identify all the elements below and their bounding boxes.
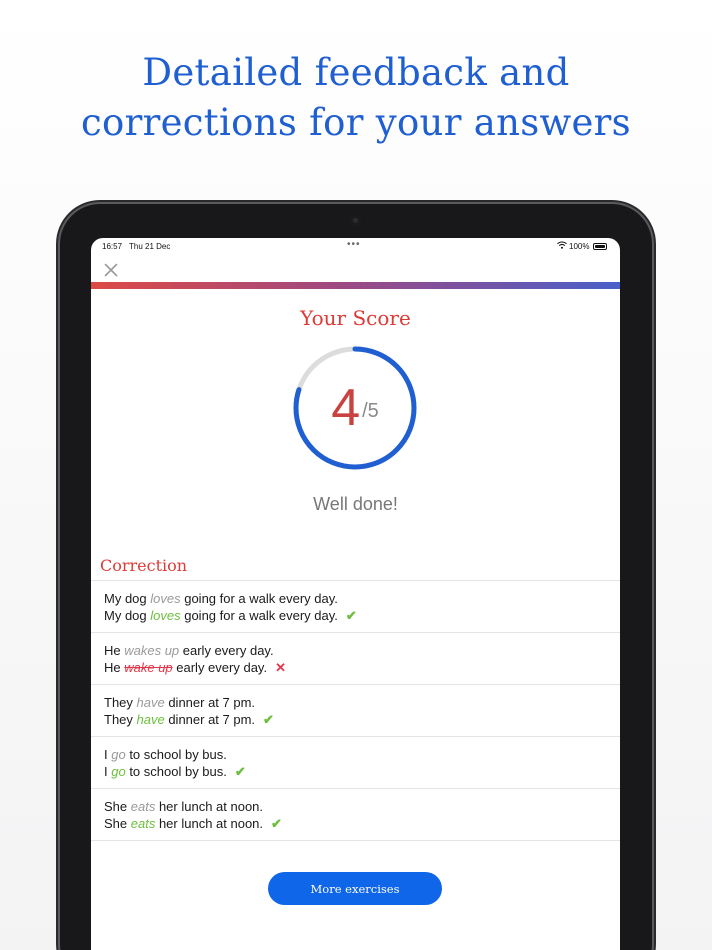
answer-line: My dog loves going for a walk every day.… — [104, 608, 357, 623]
question-line: She eats her lunch at noon. — [104, 799, 264, 814]
answer-line: She eats her lunch at noon. ✔ — [104, 816, 282, 831]
answer-line: They have dinner at 7 pm. ✔ — [104, 712, 274, 727]
check-icon: ✔ — [271, 816, 282, 831]
correction-row-4: I go to school by bus. I go to school by… — [91, 737, 620, 789]
user-answer: eats — [130, 816, 156, 831]
score-correct: 4 — [331, 379, 361, 437]
user-answer: wake up — [124, 660, 173, 675]
question-answer: eats — [130, 799, 156, 814]
headline-line-2: corrections for your answers — [81, 101, 631, 144]
camera-icon — [350, 215, 361, 226]
wifi-icon — [557, 241, 567, 249]
question-line: He wakes up early every day. — [104, 643, 274, 658]
correction-row-2: He wakes up early every day. He wake up … — [91, 633, 620, 685]
battery-percentage: 100% — [569, 242, 590, 251]
question-line: I go to school by bus. — [104, 747, 227, 762]
question-line: My dog loves going for a walk every day. — [104, 591, 338, 606]
cross-icon: ✕ — [275, 660, 286, 675]
correction-row-5: She eats her lunch at noon. She eats her… — [91, 789, 620, 841]
score-feedback: Well done! — [313, 494, 398, 514]
status-time: 16:57 — [102, 242, 123, 251]
status-date: Thu 21 Dec — [129, 242, 171, 251]
headline: Detailed feedback and corrections for yo… — [0, 48, 712, 148]
score-title: Your Score — [300, 306, 411, 330]
score-value: 4 /5 — [291, 344, 419, 472]
question-answer: wakes up — [124, 643, 180, 658]
answer-line: I go to school by bus. ✔ — [104, 764, 246, 779]
correction-row-3: They have dinner at 7 pm. They have dinn… — [91, 685, 620, 737]
correction-title: Correction — [100, 556, 188, 575]
multitasking-dots-icon[interactable]: ••• — [347, 239, 361, 250]
battery-icon — [593, 243, 607, 250]
user-answer: have — [136, 712, 165, 727]
progress-gradient-bar — [91, 282, 620, 289]
headline-line-1: Detailed feedback and — [142, 51, 570, 94]
check-icon: ✔ — [345, 608, 357, 623]
close-icon[interactable] — [104, 263, 118, 277]
score-total: /5 — [362, 399, 379, 422]
question-answer: loves — [150, 591, 181, 606]
user-answer: go — [111, 764, 126, 779]
answer-line: He wake up early every day. ✕ — [104, 660, 286, 675]
question-answer: go — [111, 747, 126, 762]
question-answer: have — [136, 695, 165, 710]
correction-list: My dog loves going for a walk every day.… — [91, 580, 620, 841]
more-exercises-button[interactable]: More exercises — [268, 872, 442, 905]
app-screen: 16:57 Thu 21 Dec ••• 100% Your Score 4 /… — [91, 238, 620, 950]
correction-row-1: My dog loves going for a walk every day.… — [91, 581, 620, 633]
user-answer: loves — [150, 608, 181, 623]
status-bar: 16:57 Thu 21 Dec ••• 100% — [91, 238, 620, 256]
question-line: They have dinner at 7 pm. — [104, 695, 256, 710]
check-icon: ✔ — [234, 764, 246, 779]
check-icon: ✔ — [263, 712, 274, 727]
